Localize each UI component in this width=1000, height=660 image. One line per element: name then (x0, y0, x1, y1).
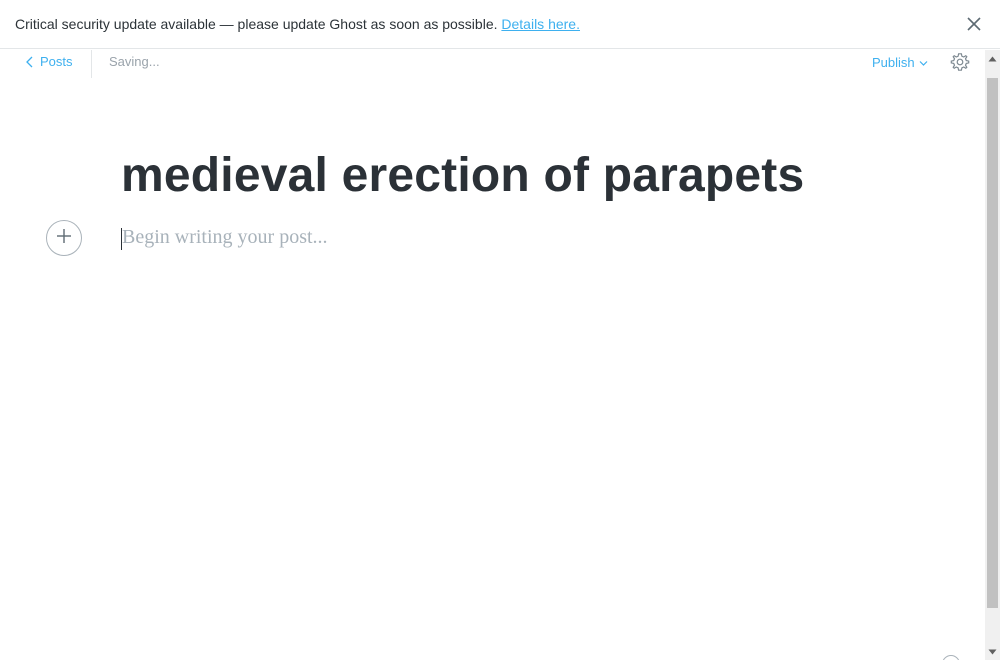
back-label: Posts (40, 54, 73, 69)
scrollbar-thumb[interactable] (987, 78, 998, 608)
gear-icon[interactable] (950, 52, 970, 72)
add-card-button[interactable] (46, 220, 82, 256)
editor-header: Posts Saving... Publish (0, 50, 985, 78)
editor-page: Critical security update available — ple… (0, 0, 1000, 660)
banner-text: Critical security update available — ple… (15, 16, 580, 32)
save-status: Saving... (109, 54, 160, 69)
scroll-down-arrow-icon[interactable] (985, 643, 1000, 660)
publish-label: Publish (872, 55, 915, 70)
body-placeholder: Begin writing your post... (122, 226, 328, 248)
header-divider (91, 50, 92, 78)
banner-message: Critical security update available — ple… (15, 16, 498, 32)
plus-icon (55, 227, 73, 250)
vertical-scrollbar[interactable] (985, 50, 1000, 660)
chevron-down-icon (919, 55, 928, 70)
security-banner: Critical security update available — ple… (0, 0, 1000, 49)
close-icon[interactable] (965, 15, 983, 33)
help-icon[interactable] (942, 655, 960, 660)
scroll-up-arrow-icon[interactable] (985, 50, 1000, 67)
chevron-left-icon (26, 56, 34, 68)
back-to-posts-link[interactable]: Posts (26, 54, 73, 69)
post-body-editor[interactable]: Begin writing your post... (121, 226, 881, 254)
post-title[interactable]: medieval erection of parapets (121, 148, 804, 203)
publish-menu-button[interactable]: Publish (872, 55, 928, 70)
banner-details-link[interactable]: Details here. (501, 16, 580, 32)
